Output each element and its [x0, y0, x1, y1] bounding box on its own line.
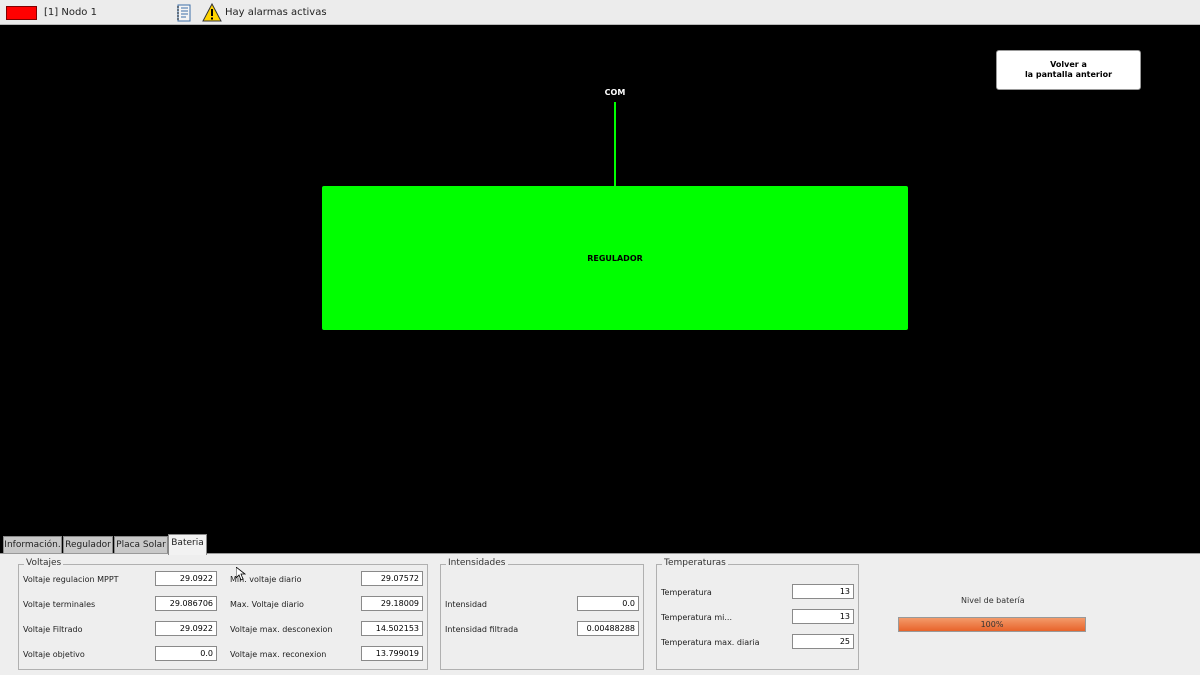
mouse-cursor-icon — [236, 567, 246, 581]
warning-icon[interactable] — [202, 3, 222, 23]
intensidades-group: Intensidades — [440, 558, 644, 670]
temperatura-min-field[interactable]: 13 — [792, 609, 854, 624]
voltaje-objetivo-field[interactable]: 0.0 — [155, 646, 217, 661]
field-label: Temperatura max. diaria — [661, 638, 760, 647]
tab-placa-solar[interactable]: Placa Solar — [114, 536, 168, 554]
min-voltaje-diario-field[interactable]: 29.07572 — [361, 571, 423, 586]
battery-level-text: 100% — [980, 620, 1004, 629]
voltaje-max-reconexion-field[interactable]: 13.799019 — [361, 646, 423, 661]
field-label: Voltaje terminales — [23, 600, 96, 609]
field-label: Temperatura mi... — [661, 613, 733, 622]
voltajes-title: Voltajes — [24, 558, 64, 568]
battery-level-label: Nivel de batería — [961, 596, 1025, 605]
tab-regulador[interactable]: Regulador — [63, 536, 113, 554]
field-label: Intensidad — [445, 600, 488, 609]
temperatura-field[interactable]: 13 — [792, 584, 854, 599]
voltaje-filtrado-field[interactable]: 29.0922 — [155, 621, 217, 636]
tab-informacion[interactable]: Información. — [3, 536, 62, 554]
back-button-line1: Volver a — [1050, 60, 1087, 69]
field-label: Voltaje regulacion MPPT — [23, 575, 119, 584]
voltaje-terminales-field[interactable]: 29.086706 — [155, 596, 217, 611]
voltaje-regulacion-mppt-field[interactable]: 29.0922 — [155, 571, 217, 586]
field-label: Voltaje objetivo — [23, 650, 85, 659]
field-label: Voltaje max. desconexion — [230, 625, 333, 634]
voltaje-max-desconexion-field[interactable]: 14.502153 — [361, 621, 423, 636]
top-bar: [1] Nodo 1 Hay alarmas activas — [0, 0, 1200, 25]
com-label: COM — [604, 88, 626, 97]
notepad-icon[interactable] — [176, 4, 192, 22]
field-label: Voltaje max. reconexion — [230, 650, 327, 659]
battery-level-bar: 100% — [898, 617, 1086, 632]
intensidad-filtrada-field[interactable]: 0.00488288 — [577, 621, 639, 636]
field-label: Voltaje Filtrado — [23, 625, 83, 634]
intensidades-title: Intensidades — [446, 558, 508, 568]
regulador-block[interactable]: REGULADOR — [322, 186, 908, 330]
node-label: [1] Nodo 1 — [44, 7, 97, 18]
com-connection-line — [614, 102, 616, 187]
max-voltaje-diario-field[interactable]: 29.18009 — [361, 596, 423, 611]
temperatura-max-diaria-field[interactable]: 25 — [792, 634, 854, 649]
alarm-status-text[interactable]: Hay alarmas activas — [225, 7, 327, 18]
temperaturas-title: Temperaturas — [662, 558, 728, 568]
regulador-label: REGULADOR — [587, 253, 643, 263]
back-button-line2: la pantalla anterior — [1024, 70, 1113, 79]
node-status-indicator[interactable] — [6, 6, 37, 20]
field-label: Max. Voltaje diario — [230, 600, 304, 609]
back-button[interactable]: Volver a la pantalla anterior — [996, 50, 1141, 90]
field-label: Intensidad filtrada — [445, 625, 519, 634]
intensidad-field[interactable]: 0.0 — [577, 596, 639, 611]
tab-bateria[interactable]: Bateria — [168, 534, 207, 555]
bateria-panel: Voltajes Voltaje regulacion MPPT 29.0922… — [0, 553, 1200, 675]
field-label: Temperatura — [661, 588, 712, 597]
